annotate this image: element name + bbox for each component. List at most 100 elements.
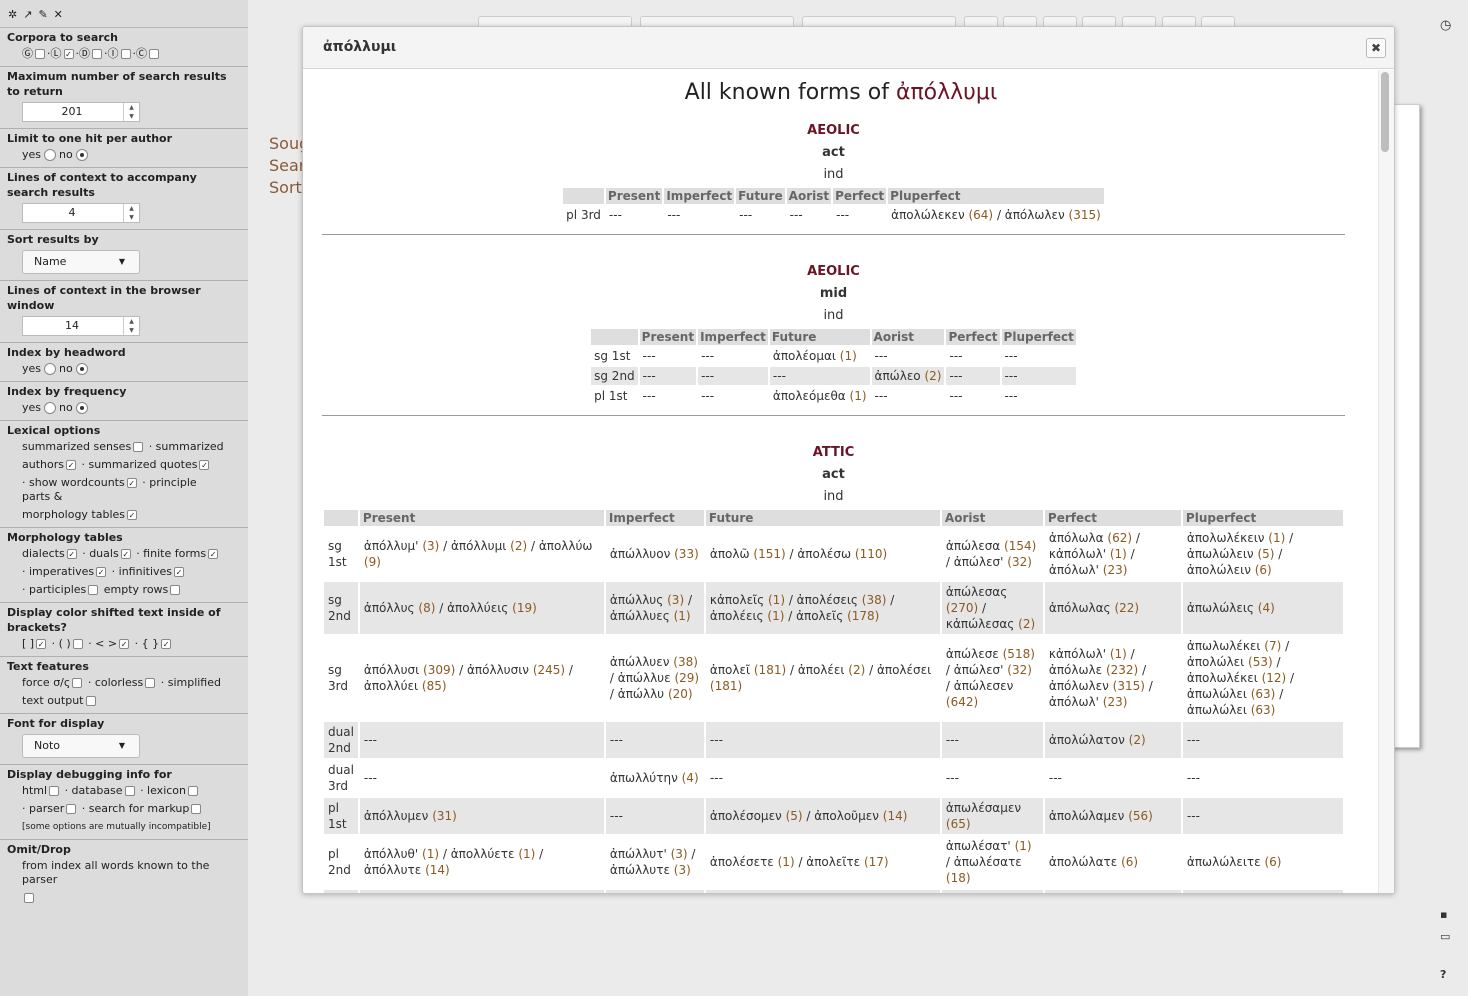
markup-debug-checkbox[interactable] bbox=[191, 804, 202, 814]
wordcounts-checkbox[interactable]: ✓ bbox=[126, 478, 137, 488]
form-word[interactable]: / ἀπολοῦμεν bbox=[803, 809, 879, 823]
gear-icon[interactable]: ✲ bbox=[8, 8, 17, 27]
vertical-scrollbar[interactable] bbox=[1378, 70, 1394, 893]
form-word[interactable]: ἀπώλλυς bbox=[610, 593, 663, 607]
angle-checkbox[interactable]: ✓ bbox=[119, 639, 130, 649]
morphology-checkbox[interactable]: ✓ bbox=[127, 510, 138, 520]
search-field-tab[interactable] bbox=[640, 16, 794, 26]
form-word[interactable]: ἀπολώλατε bbox=[1049, 855, 1117, 869]
form-word[interactable]: / ἀπώλεσ' bbox=[946, 555, 1004, 569]
form-word[interactable]: / ἀπόλωλεν bbox=[993, 208, 1065, 222]
font-select[interactable]: Noto ▼ bbox=[22, 734, 140, 758]
omit-checkbox[interactable] bbox=[24, 893, 34, 903]
form-word[interactable]: ἀπολέομαι bbox=[773, 349, 836, 363]
form-word[interactable]: ἀπωλλύτην bbox=[610, 771, 678, 785]
scrollbar-thumb[interactable] bbox=[1381, 72, 1389, 152]
sigma-checkbox[interactable] bbox=[72, 678, 83, 688]
spinner-arrows[interactable]: ▲ ▼ bbox=[123, 204, 139, 222]
quotes-checkbox[interactable]: ✓ bbox=[199, 460, 210, 470]
form-word[interactable]: ἀπόλλυθ' bbox=[364, 847, 418, 861]
arrow-icon[interactable]: ↗ bbox=[23, 8, 32, 27]
form-word[interactable]: ἀπολωλέκειν bbox=[1187, 531, 1265, 545]
database-debug-checkbox[interactable] bbox=[124, 786, 135, 796]
form-word[interactable]: / ἀπολλύετε bbox=[439, 847, 515, 861]
wrench-icon[interactable]: ✎ bbox=[38, 8, 47, 27]
authors-checkbox[interactable]: ✓ bbox=[65, 460, 76, 470]
form-word[interactable]: / ἀπόλλυμι bbox=[439, 539, 506, 553]
form-word[interactable]: ἀπώλλυεν bbox=[610, 655, 670, 669]
parser-debug-checkbox[interactable] bbox=[66, 804, 77, 814]
onehit-no-radio[interactable] bbox=[75, 149, 88, 161]
form-word[interactable]: ἀπόλλυς bbox=[364, 601, 415, 615]
help-icon[interactable]: ? bbox=[1440, 968, 1446, 981]
close-icon[interactable]: ✕ bbox=[54, 8, 63, 27]
form-word[interactable]: ἀπωλωλέκει bbox=[1187, 639, 1261, 653]
form-word[interactable]: ἀπολεόμεθα bbox=[773, 389, 846, 403]
form-word[interactable]: / ἀπόλλυσιν bbox=[455, 663, 529, 677]
form-word[interactable]: / ἀπωλέσατε bbox=[946, 855, 1022, 869]
dialects-checkbox[interactable]: ✓ bbox=[66, 549, 77, 559]
colorless-checkbox[interactable] bbox=[145, 678, 156, 688]
frequency-no-radio[interactable] bbox=[75, 402, 88, 414]
form-word[interactable]: ἀπόλλυμ' bbox=[364, 539, 419, 553]
browser-spinner[interactable]: 14 ▲ ▼ bbox=[22, 316, 140, 336]
maxresults-spinner[interactable]: 201 ▲ ▼ bbox=[22, 102, 140, 122]
form-word[interactable]: ἀπωλώλειτε bbox=[1187, 855, 1261, 869]
form-word[interactable]: ἀπολέσομεν bbox=[710, 809, 782, 823]
form-word[interactable]: / ἀπολεῖς bbox=[784, 609, 843, 623]
form-word[interactable]: ἀπόλλυμεν bbox=[364, 809, 428, 823]
lexicon-debug-checkbox[interactable] bbox=[188, 786, 199, 796]
curly-checkbox[interactable]: ✓ bbox=[161, 639, 172, 649]
form-word[interactable]: ἀπώλλυτ' bbox=[610, 847, 667, 861]
duals-checkbox[interactable]: ✓ bbox=[120, 549, 131, 559]
sort-select[interactable]: Name ▼ bbox=[22, 250, 140, 274]
form-word[interactable]: ἀπολῶ bbox=[710, 547, 750, 561]
form-word[interactable]: / ἀπολέσεις bbox=[785, 593, 858, 607]
simplified-checkbox[interactable] bbox=[85, 696, 96, 706]
toolbar-button[interactable] bbox=[1043, 16, 1077, 26]
finite-checkbox[interactable]: ✓ bbox=[208, 549, 219, 559]
senses-checkbox[interactable] bbox=[133, 442, 144, 452]
form-word[interactable]: ἀπωλώλεις bbox=[1187, 601, 1254, 615]
search-field-tab[interactable] bbox=[478, 16, 632, 26]
onehit-yes-radio[interactable] bbox=[44, 149, 57, 161]
christian-corpus-checkbox[interactable] bbox=[149, 49, 159, 59]
greek-corpus-checkbox[interactable] bbox=[35, 49, 45, 59]
context-spinner[interactable]: 4 ▲ ▼ bbox=[22, 203, 140, 223]
infinitives-checkbox[interactable]: ✓ bbox=[174, 567, 185, 577]
form-word[interactable]: ἀπολεῖ bbox=[710, 663, 750, 677]
toolbar-button[interactable] bbox=[1082, 16, 1116, 26]
spinner-arrows[interactable]: ▲ ▼ bbox=[123, 103, 139, 121]
imperatives-checkbox[interactable]: ✓ bbox=[96, 567, 107, 577]
form-word[interactable]: ἀπόλλυσι bbox=[364, 663, 419, 677]
papyri-corpus-checkbox[interactable] bbox=[92, 49, 102, 59]
frequency-yes-radio[interactable] bbox=[44, 402, 57, 414]
html-debug-checkbox[interactable] bbox=[49, 786, 60, 796]
toolbar-button[interactable] bbox=[1003, 16, 1037, 26]
toolbar-button[interactable] bbox=[1122, 16, 1156, 26]
form-word[interactable]: / ἀπολέσω bbox=[786, 547, 851, 561]
form-word[interactable]: κἀπολεῖς bbox=[710, 593, 764, 607]
toolbar-button[interactable] bbox=[1201, 16, 1235, 26]
form-word[interactable]: / ἀπώλλυε bbox=[610, 671, 671, 685]
toolbar-button[interactable] bbox=[1162, 16, 1196, 26]
form-word[interactable]: / ἀπώλεσεν bbox=[946, 679, 1013, 693]
form-word[interactable]: / ἀπώλλυ bbox=[610, 687, 664, 701]
toolbar-button[interactable] bbox=[964, 16, 998, 26]
form-word[interactable]: ἀπώλεσε bbox=[946, 647, 999, 661]
form-word[interactable]: ἀπώλεσας bbox=[946, 585, 1007, 599]
paren-checkbox[interactable] bbox=[72, 639, 83, 649]
form-word[interactable]: / ἀπολέσει bbox=[865, 663, 931, 677]
close-button[interactable]: ✖ bbox=[1366, 38, 1386, 58]
form-word[interactable]: ἀπολέσετε bbox=[710, 855, 774, 869]
form-word[interactable]: ἀπολώλαμεν bbox=[1049, 809, 1124, 823]
inscriptions-corpus-checkbox[interactable] bbox=[120, 49, 131, 59]
form-word[interactable]: / ἀπολεῖτε bbox=[795, 855, 860, 869]
form-word[interactable]: ἀπολώλεκεν bbox=[891, 208, 964, 222]
form-word[interactable]: ἀπολώλατον bbox=[1049, 733, 1125, 747]
form-word[interactable]: ἀπώλεσα bbox=[946, 539, 1000, 553]
emptyrows-checkbox[interactable] bbox=[170, 585, 181, 595]
form-word[interactable]: / ἀπολέει bbox=[786, 663, 844, 677]
spinner-arrows[interactable]: ▲ ▼ bbox=[123, 317, 139, 335]
headword-no-radio[interactable] bbox=[75, 363, 88, 375]
